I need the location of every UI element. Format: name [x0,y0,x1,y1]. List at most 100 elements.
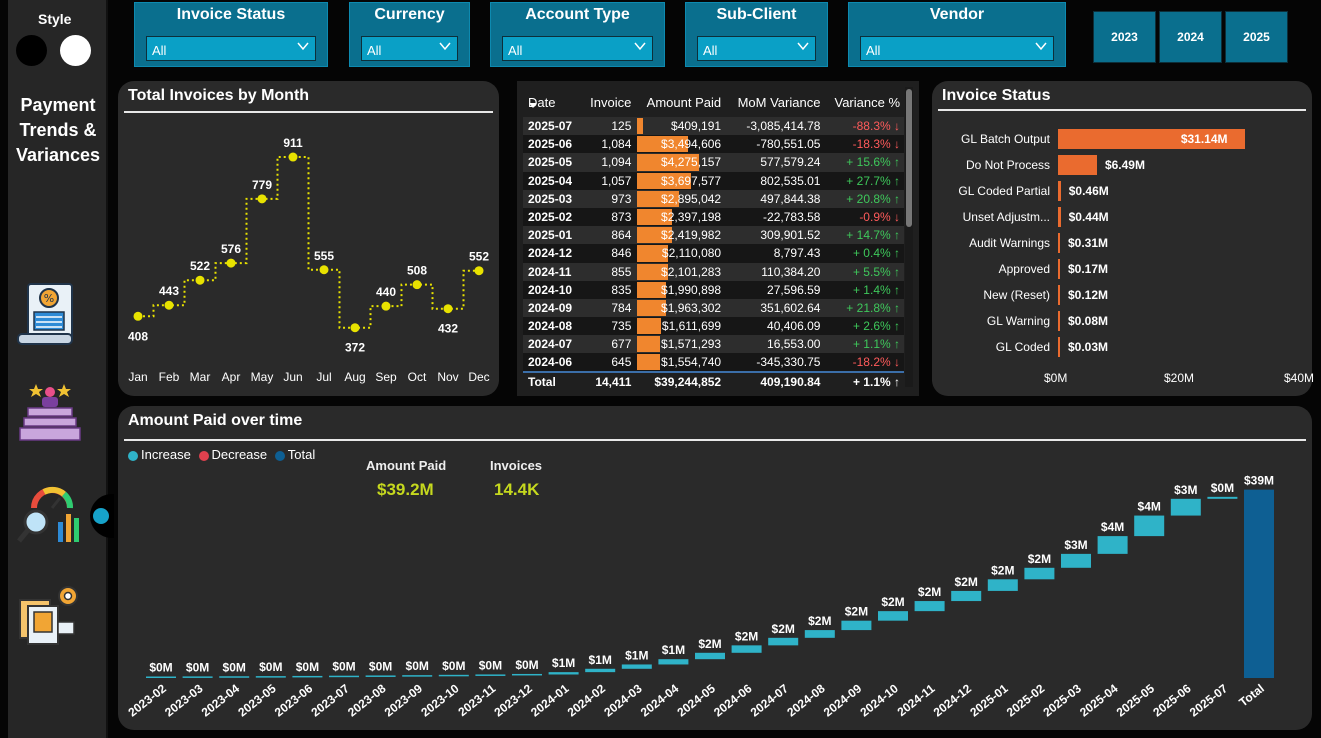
table-row[interactable]: 2024-12 846 $2,110,080 8,797.43 + 0.4% ↑ [523,244,904,263]
year-2024-button[interactable]: 2024 [1159,11,1222,63]
dark-style-toggle[interactable] [16,35,47,66]
cell-invoice: 973 [583,189,636,208]
data-label: $1M [625,648,648,662]
account-type-dropdown[interactable]: All [502,36,653,61]
presenter-podium-icon[interactable] [14,378,84,448]
cell-amount-paid-text: $2,110,080 [661,246,722,261]
table-row[interactable]: 2025-02 873 $2,397,198 -22,783.58 -0.9% ↓ [523,207,904,227]
invoice-status-dropdown[interactable]: All [146,36,316,61]
cell-invoice: 677 [583,335,636,354]
x-tick-label: Jul [316,370,331,384]
amount-bar [637,118,644,135]
cell-amount-paid-text: $2,101,283 [661,264,722,279]
status-bar[interactable] [1058,233,1060,253]
cell-invoice-text: 735 [611,319,632,334]
total-cell-var: + 1.1% ↑ [824,370,904,392]
status-label: Audit Warnings [969,236,1050,250]
column-header-mom-variance[interactable]: MoM Variance [725,87,824,117]
cell-mom-variance: 351,602.64 [725,298,825,318]
table-row[interactable]: 2024-10 835 $1,990,898 27,596.59 + 1.4% ↑ [523,280,904,299]
cell-date-text: 2025-02 [528,210,573,225]
table-row[interactable]: 2025-07 125 $409,191 -3,085,414.78 -88.3% ↓ [523,117,904,136]
status-bar[interactable] [1058,259,1060,279]
data-label: 779 [252,178,272,192]
cell-invoice-text: 1,094 [601,155,632,170]
invoice-document-icon[interactable]: % [14,278,84,348]
chevron-down-icon [297,42,309,51]
table-row[interactable]: 2025-05 1,094 $4,275,157 577,579.24 + 15.6% … [523,153,904,172]
table-scrollbar[interactable] [905,87,913,387]
vendor-dropdown[interactable]: All [860,36,1054,61]
column-header-invoice[interactable]: Invoice [584,87,636,117]
light-style-toggle[interactable] [60,35,91,66]
status-bar[interactable] [1058,337,1060,357]
status-bar[interactable] [1058,311,1060,331]
table-row[interactable]: 2025-04 1,057 $3,697,577 802,535.01 + 27.7% … [523,171,904,190]
status-bar[interactable] [1058,207,1061,227]
table-row[interactable]: 2025-01 864 $2,419,982 309,901.52 + 14.7% ↑ [523,226,904,245]
sub-client-dropdown[interactable]: All [697,36,816,61]
status-bar[interactable] [1058,181,1061,201]
cell-date-text: 2025-01 [528,228,573,243]
data-point [288,152,298,162]
data-label: $0M [332,660,355,674]
table-row[interactable]: 2024-11 855 $2,101,283 110,384.20 + 5.5% ↑ [523,262,904,281]
cell-invoice-text: 677 [611,337,632,352]
data-label: 555 [314,249,334,263]
data-label: $2M [735,629,758,643]
table-row[interactable]: 2025-06 1,084 $3,494,606 -780,551.05 -18.3% … [523,135,904,154]
column-header-amount-paid[interactable]: Amount Paid [635,87,725,117]
x-tick-label: 2024-09 [821,681,865,719]
cell-invoice: 1,057 [583,171,636,190]
x-tick-label: 2024-05 [675,681,719,719]
waterfall-bar [475,674,506,676]
cell-invoice: 873 [583,207,636,227]
cell-invoice-text: 784 [611,300,632,315]
status-bar[interactable] [1058,155,1097,175]
total-cell-invoice: 14,411 [583,370,636,392]
x-tick-label: 2025-06 [1150,681,1194,719]
chevron-down-icon [439,42,451,51]
status-value-label: $0.31M [1068,236,1109,250]
table-row[interactable]: 2024-09 784 $1,963,302 351,602.64 + 21.8% ↑ [523,298,904,318]
cell-amount-paid-text: $1,571,293 [661,337,722,352]
scrollbar-thumb[interactable] [906,89,912,227]
waterfall-bar [255,676,286,678]
x-tick-label: 2023-03 [162,681,206,719]
data-point [412,280,422,290]
x-tick-label: 2023-09 [382,681,426,719]
x-tick-label: Aug [344,370,365,384]
table-row[interactable]: 2024-06 645 $1,554,740 -345,330.75 -18.2% ↓ [523,353,904,372]
amount-bar [637,318,661,335]
x-tick-label: $0M [1044,371,1068,385]
year-2023-button[interactable]: 2023 [1093,11,1156,63]
table-row[interactable]: 2024-07 677 $1,571,293 16,553.00 + 1.1% ↑ [523,335,904,354]
cell-variance-pct: -18.2% ↓ [824,353,904,372]
year-2025-button[interactable]: 2025 [1225,11,1288,63]
data-label: $2M [772,622,795,636]
table-row[interactable]: 2024-08 735 $1,611,699 40,406.09 + 2.6% ↑ [523,317,904,336]
status-value-label: $31.14M [1180,132,1228,146]
cell-invoice-text: 835 [611,282,632,297]
invoices-by-month-panel: Total Invoices by Month 408 Jan 443 Feb 522 M… [118,81,499,396]
report-settings-icon[interactable] [14,578,84,648]
currency-dropdown[interactable]: All [361,36,458,61]
cell-mom-variance: 8,797.43 [725,244,825,263]
cell-invoice-text: 973 [611,191,632,206]
waterfall-bar [1061,553,1091,568]
analytics-gauge-icon[interactable] [14,478,84,548]
data-label: $2M [808,614,831,628]
total-cell-amount: $39,244,852 [635,370,726,392]
status-value-label: $0.46M [1068,184,1109,198]
status-label: GL Coded Partial [958,184,1050,198]
column-header-variance-pct[interactable]: Variance % [824,87,904,117]
filter-sub-client: Sub-Client All [685,2,828,67]
cell-variance-pct-text: + 1.1% ↑ [852,337,900,352]
status-bar[interactable] [1058,285,1060,305]
cell-mom-variance-text: 40,406.09 [767,319,821,334]
column-header-date[interactable]: Date [523,87,584,117]
cell-invoice-text: 1,084 [601,137,632,152]
table-row[interactable]: 2025-03 973 $2,895,042 497,844.38 + 20.8% ↑ [523,189,904,208]
cell-mom-variance: 16,553.00 [725,335,825,354]
x-tick-label: $40M [1284,371,1315,385]
